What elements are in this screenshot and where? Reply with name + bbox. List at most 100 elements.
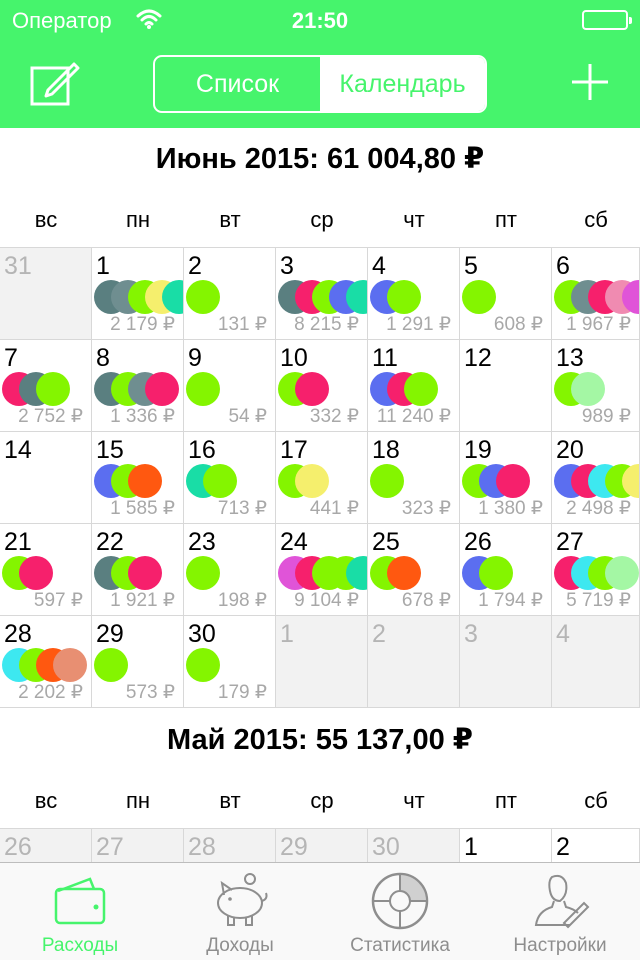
calendar-day-cell[interactable]: 22 1 921 ₽ <box>92 523 184 615</box>
segment-list[interactable]: Список <box>155 57 320 111</box>
category-dots <box>278 372 367 406</box>
user-settings-icon <box>534 874 590 929</box>
tab-statistics[interactable]: Статистика <box>320 863 480 960</box>
tab-income-label: Доходы <box>206 935 274 956</box>
category-dots <box>94 556 183 590</box>
day-number: 29 <box>96 620 124 648</box>
day-number: 22 <box>96 528 124 556</box>
calendar-day-cell[interactable]: 3 <box>460 615 552 707</box>
day-number: 7 <box>4 344 18 372</box>
tab-expenses[interactable]: Расходы <box>0 863 160 960</box>
category-dots <box>186 372 275 406</box>
category-dot <box>128 464 162 498</box>
add-button[interactable] <box>570 62 610 102</box>
day-amount: 8 215 ₽ <box>294 314 359 335</box>
category-dot <box>186 648 220 682</box>
calendar-day-cell[interactable]: 14 <box>0 431 92 523</box>
calendar-day-cell[interactable]: 27 5 719 ₽ <box>552 523 640 615</box>
category-dot <box>203 464 237 498</box>
segment-calendar[interactable]: Календарь <box>320 57 485 111</box>
category-dots <box>370 280 459 314</box>
calendar-day-cell[interactable]: 6 1 967 ₽ <box>552 247 640 339</box>
calendar-day-cell[interactable]: 28 2 202 ₽ <box>0 615 92 707</box>
tab-settings[interactable]: Настройки <box>480 863 640 960</box>
calendar-day-cell[interactable]: 7 2 752 ₽ <box>0 339 92 431</box>
weekday-label: ср <box>310 207 334 232</box>
day-number: 30 <box>372 833 400 861</box>
category-dots <box>554 280 639 314</box>
category-dot <box>295 372 329 406</box>
calendar-day-cell[interactable]: 8 1 336 ₽ <box>92 339 184 431</box>
calendar-day-cell[interactable]: 29 573 ₽ <box>92 615 184 707</box>
day-number: 26 <box>4 833 32 861</box>
day-amount: 1 585 ₽ <box>110 498 175 519</box>
day-number: 4 <box>372 252 386 280</box>
day-number: 17 <box>280 436 308 464</box>
calendar-day-cell[interactable]: 11 11 240 ₽ <box>368 339 460 431</box>
calendar-day-cell[interactable]: 1 <box>276 615 368 707</box>
day-amount: 1 380 ₽ <box>478 498 543 519</box>
day-amount: 1 336 ₽ <box>110 406 175 427</box>
calendar-day-cell[interactable]: 13 989 ₽ <box>552 339 640 431</box>
category-dots <box>370 556 459 590</box>
day-number: 13 <box>556 344 584 372</box>
tab-income[interactable]: Доходы <box>160 863 320 960</box>
calendar-day-cell[interactable]: 2 131 ₽ <box>184 247 276 339</box>
calendar-day-cell[interactable]: 4 1 291 ₽ <box>368 247 460 339</box>
category-dot <box>186 556 220 590</box>
calendar-day-cell[interactable]: 3 8 215 ₽ <box>276 247 368 339</box>
category-dot <box>462 280 496 314</box>
calendar-day-cell[interactable]: 23 198 ₽ <box>184 523 276 615</box>
calendar-day-cell[interactable]: 12 <box>460 339 552 431</box>
calendar-day-cell[interactable]: 10 332 ₽ <box>276 339 368 431</box>
day-number: 1 <box>280 620 294 648</box>
category-dots <box>462 556 551 590</box>
day-amount: 5 719 ₽ <box>566 590 631 611</box>
day-number: 11 <box>372 344 398 372</box>
category-dots <box>94 280 183 314</box>
month-title-june: Июнь 2015: 61 004,80 ₽ <box>155 143 485 175</box>
calendar-day-cell[interactable]: 4 <box>552 615 640 707</box>
battery-icon <box>582 10 632 30</box>
day-number: 6 <box>556 252 570 280</box>
calendar-day-cell[interactable]: 2 <box>368 615 460 707</box>
category-dot <box>19 556 53 590</box>
day-number: 21 <box>4 528 32 556</box>
calendar-day-cell[interactable]: 1 2 179 ₽ <box>92 247 184 339</box>
day-amount: 323 ₽ <box>401 498 451 519</box>
calendar-day-cell[interactable]: 5 608 ₽ <box>460 247 552 339</box>
category-dots <box>2 372 91 406</box>
calendar-day-cell[interactable]: 25 678 ₽ <box>368 523 460 615</box>
status-bar: Оператор 21:50 <box>0 0 640 40</box>
calendar-day-cell[interactable]: 16 713 ₽ <box>184 431 276 523</box>
calendar-day-cell[interactable]: 30 179 ₽ <box>184 615 276 707</box>
category-dots <box>186 280 275 314</box>
calendar-day-cell[interactable]: 19 1 380 ₽ <box>460 431 552 523</box>
day-amount: 2 752 ₽ <box>18 406 83 427</box>
weekday-label: пн <box>125 207 151 232</box>
day-amount: 9 104 ₽ <box>294 590 359 611</box>
category-dot <box>186 280 220 314</box>
compose-button[interactable] <box>30 60 80 106</box>
calendar-day-cell[interactable]: 21 597 ₽ <box>0 523 92 615</box>
calendar-day-cell[interactable]: 24 9 104 ₽ <box>276 523 368 615</box>
calendar-day-cell[interactable]: 31 <box>0 247 92 339</box>
calendar-day-cell[interactable]: 9 54 ₽ <box>184 339 276 431</box>
day-number: 24 <box>280 528 308 556</box>
weekday-row-june: вс пн вт ср чт пт сб <box>0 207 640 247</box>
calendar-day-cell[interactable]: 18 323 ₽ <box>368 431 460 523</box>
category-dots <box>2 648 91 682</box>
category-dots <box>370 464 459 498</box>
day-number: 28 <box>4 620 32 648</box>
category-dots <box>370 372 459 406</box>
weekday-label: вт <box>219 207 241 232</box>
compose-icon <box>30 62 80 106</box>
calendar-day-cell[interactable]: 15 1 585 ₽ <box>92 431 184 523</box>
nav-header: Оператор 21:50 Список Календарь <box>0 0 640 128</box>
calendar-day-cell[interactable]: 26 1 794 ₽ <box>460 523 552 615</box>
status-time: 21:50 <box>291 8 349 33</box>
calendar-day-cell[interactable]: 20 2 498 ₽ <box>552 431 640 523</box>
calendar-day-cell[interactable]: 17 441 ₽ <box>276 431 368 523</box>
day-amount: 332 ₽ <box>309 406 359 427</box>
day-amount: 1 967 ₽ <box>566 314 631 335</box>
